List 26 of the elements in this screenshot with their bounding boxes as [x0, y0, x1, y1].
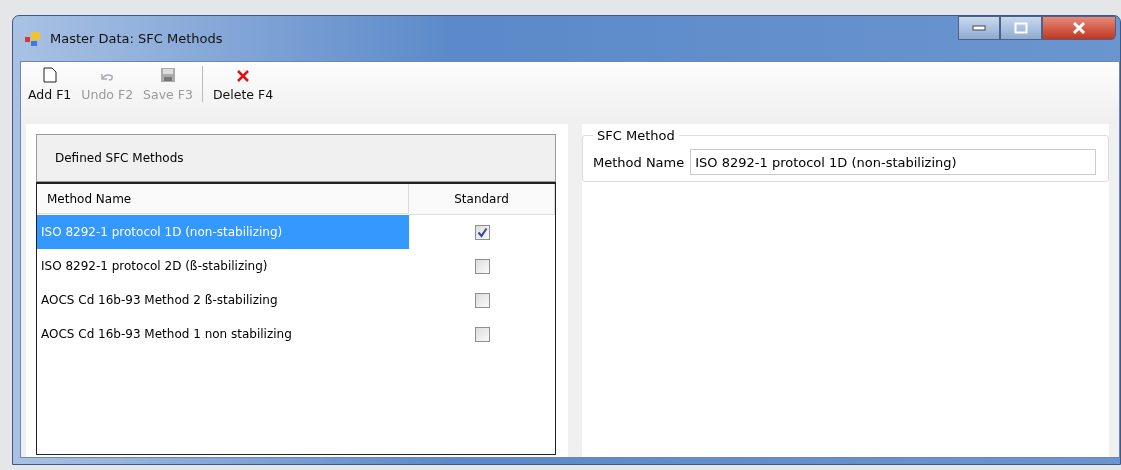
panel-title: Defined SFC Methods	[55, 151, 184, 165]
delete-icon	[236, 69, 250, 83]
table-row[interactable]: AOCS Cd 16b-93 Method 1 non stabilizing	[37, 317, 409, 351]
minimize-button[interactable]	[958, 16, 1000, 40]
checkbox[interactable]	[474, 224, 490, 240]
close-icon	[1072, 22, 1086, 34]
field-label: Method Name	[593, 154, 685, 170]
table-row[interactable]: AOCS Cd 16b-93 Method 2 ß-stabilizing	[37, 283, 409, 317]
checkbox[interactable]	[474, 292, 490, 308]
window-title: Master Data: SFC Methods	[50, 31, 223, 46]
toolbar-button[interactable]: Delete F4	[201, 66, 279, 102]
close-button[interactable]	[1042, 16, 1116, 40]
maximize-button[interactable]	[1000, 16, 1042, 40]
table-row[interactable]: ISO 8292-1 protocol 2D (ß-stabilizing)	[37, 249, 409, 283]
maximize-icon	[1014, 22, 1028, 34]
checkbox[interactable]	[474, 326, 490, 342]
toolbar-button[interactable]: Add F1	[23, 66, 77, 102]
undo-icon	[99, 71, 116, 83]
column-header[interactable]: Standard	[409, 184, 555, 215]
group-title: SFC Method	[596, 128, 676, 143]
minimize-icon	[972, 25, 986, 31]
method-name-field[interactable]: ISO 8292-1 protocol 1D (non-stabilizing)	[690, 149, 1097, 175]
checkbox[interactable]	[474, 258, 490, 274]
document-icon	[42, 67, 57, 83]
app-icon	[24, 30, 42, 47]
column-header[interactable]: Method Name	[37, 184, 409, 214]
